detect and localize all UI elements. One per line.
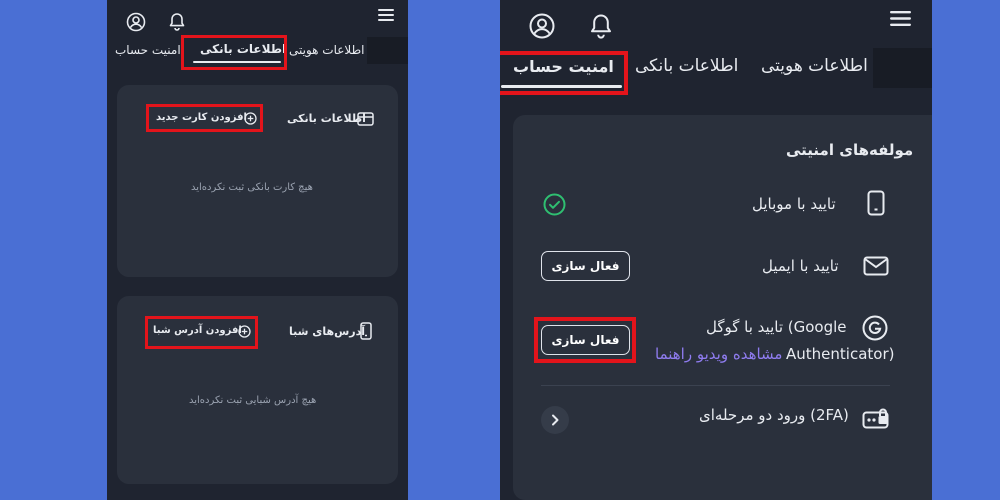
- left-screenshot: اطلاعات هویتی اطلاعات بانکی امنیت حساب ا…: [107, 0, 408, 500]
- user-profile-icon[interactable]: [126, 12, 146, 32]
- envelope-icon: [863, 256, 889, 276]
- two-factor-lock-icon: [862, 407, 890, 429]
- google-authenticator-label-line2: Authenticator): [786, 345, 895, 363]
- email-verification-label: تایید با ایمیل: [762, 257, 839, 275]
- highlight-box-google-activate: [534, 317, 636, 363]
- security-components-title: مولفه‌های امنیتی: [786, 141, 914, 159]
- tab-bar-edge: [873, 48, 932, 88]
- google-authenticator-label-line1: تایید با گوگل (Google: [706, 318, 847, 336]
- mobile-verification-label: تایید با موبایل: [752, 195, 836, 213]
- right-screenshot: اطلاعات هویتی اطلاعات بانکی امنیت حساب م…: [500, 0, 932, 500]
- hamburger-menu-icon[interactable]: [890, 11, 911, 26]
- hamburger-menu-icon[interactable]: [378, 8, 394, 22]
- bell-icon[interactable]: [169, 12, 185, 31]
- two-factor-login-label: ورود دو مرحله‌ای (2FA): [699, 406, 849, 424]
- mobile-phone-icon: [867, 190, 885, 216]
- tab-identity-info[interactable]: اطلاعات هویتی: [289, 43, 364, 57]
- security-components-card: [513, 115, 932, 500]
- sheba-empty-text: هیچ آدرس شبایی ثبت نکرده‌اید: [189, 395, 317, 406]
- watch-guide-video-link[interactable]: مشاهده ویدیو راهنما: [655, 345, 782, 363]
- verified-check-icon: [543, 193, 566, 216]
- bank-info-title: اطلاعات بانکی: [287, 112, 366, 125]
- two-factor-open-button[interactable]: [541, 406, 569, 434]
- bell-icon[interactable]: [590, 13, 612, 39]
- highlight-box-bank-tab: [181, 35, 287, 70]
- chevron-right-icon: [550, 414, 560, 426]
- google-g-icon: [862, 315, 888, 341]
- email-activate-button[interactable]: فعال سازی: [541, 251, 630, 281]
- tab-identity-info[interactable]: اطلاعات هویتی: [761, 56, 868, 76]
- tab-account-security[interactable]: امنیت حساب: [115, 43, 181, 57]
- bank-card-empty-text: هیچ کارت بانکی ثبت نکرده‌اید: [191, 182, 313, 193]
- tab-bank-info[interactable]: اطلاعات بانکی: [635, 56, 738, 76]
- user-profile-icon[interactable]: [529, 13, 555, 39]
- highlight-box-add-card: [146, 104, 263, 132]
- highlight-box-security-tab: [500, 51, 628, 95]
- row-divider: [541, 385, 890, 386]
- tab-bar-edge: [367, 37, 408, 64]
- sheba-addresses-title: آدرس‌های شبا: [289, 325, 366, 338]
- highlight-box-add-sheba: [145, 316, 258, 349]
